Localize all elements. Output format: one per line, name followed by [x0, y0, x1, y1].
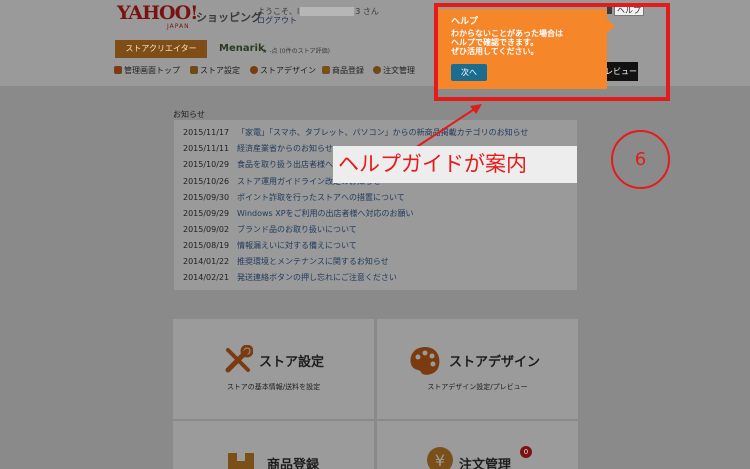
news-date: 2015/09/29	[183, 209, 230, 218]
store-creator-button[interactable]: ストアクリエイター	[115, 40, 207, 58]
welcome-suffix: さん	[362, 7, 379, 16]
news-link[interactable]: 情報漏えいに対する備えについて	[237, 238, 357, 253]
highlight-frame	[434, 3, 670, 101]
news-link[interactable]: 推奨環境とメンテナンスに関するお知らせ	[237, 254, 389, 269]
store-rating: ★ -点 (0件のストア評価)	[262, 46, 330, 55]
news-item[interactable]: 2015/09/02 ブランド品のお取り扱いについて	[174, 222, 577, 237]
news-date: 2015/11/17	[183, 128, 230, 137]
tile-title: ストアデザイン	[449, 355, 541, 370]
tile-title: 注文管理	[459, 458, 512, 469]
store-design-tile[interactable]: ストアデザイン ストアデザイン設定/プレビュー	[377, 319, 578, 419]
tools-icon	[225, 345, 253, 373]
home-icon	[114, 66, 122, 74]
news-date: 2014/01/22	[183, 257, 230, 266]
tile-subtitle: ストアデザイン設定/プレビュー	[427, 383, 528, 391]
box-icon	[228, 453, 254, 469]
news-link[interactable]: 「家電」「スマホ、タブレット、パソコン」からの新商品掲載カテゴリのお知らせ	[237, 125, 528, 140]
news-link[interactable]: ブランド品のお取り扱いについて	[237, 222, 357, 237]
news-date: 2015/09/30	[183, 193, 230, 202]
news-link[interactable]: Windows XPをご利用の出店者様へ対応のお願い	[237, 206, 414, 221]
welcome-trail: 3	[355, 7, 361, 16]
news-item[interactable]: 2015/08/19 情報漏えいに対する備えについて	[174, 238, 577, 253]
store-settings-tile[interactable]: ストア設定 ストアの基本情報/送料を設定	[173, 319, 374, 419]
news-title: お知らせ	[173, 110, 205, 119]
logo-main-text: YAHOO!	[117, 2, 198, 24]
tools-icon	[190, 66, 198, 74]
news-item[interactable]: 2015/11/17 「家電」「スマホ、タブレット、パソコン」からの新商品掲載カ…	[174, 125, 577, 140]
store-rating-text: -点 (0件のストア評価)	[269, 48, 330, 55]
news-date: 2015/10/29	[183, 160, 230, 169]
tile-title: 商品登録	[267, 458, 320, 469]
nav-item-label: ストア設定	[200, 66, 240, 75]
news-item[interactable]: 2015/09/30 ポイント詐取を行ったストアへの措置について	[174, 190, 577, 205]
nav-item-label: 注文管理	[383, 66, 415, 75]
news-item[interactable]: 2014/02/21 発送連絡ボタンの押し忘れにご注意ください	[174, 270, 577, 285]
news-date: 2015/08/19	[183, 241, 230, 250]
nav-item-label: 管理画面トップ	[124, 66, 180, 75]
nav-item-products[interactable]: 商品登録	[322, 65, 364, 76]
news-link[interactable]: 発送連絡ボタンの押し忘れにご注意ください	[237, 270, 397, 285]
rating-icon: ★	[262, 48, 268, 55]
step-number-badge: 6	[611, 130, 670, 189]
news-link[interactable]: 経済産業省からのお知らせ	[237, 141, 333, 156]
news-link[interactable]: ポイント詐取を行ったストアへの措置について	[237, 190, 405, 205]
nav-item-label: 商品登録	[332, 66, 364, 75]
palette-icon	[410, 347, 440, 375]
masked-username	[300, 7, 355, 16]
yen-icon	[373, 66, 381, 74]
products-tile[interactable]: 商品登録	[173, 421, 374, 469]
annotation-label: ヘルプガイドが案内	[333, 146, 577, 183]
shopping-label: ショッピング	[196, 11, 262, 24]
nav-item-label: ストアデザイン	[260, 66, 316, 75]
orders-tile[interactable]: ¥ 注文管理	[377, 421, 578, 469]
yen-icon: ¥	[427, 447, 453, 469]
news-item[interactable]: 2014/01/22 推奨環境とメンテナンスに関するお知らせ	[174, 254, 577, 269]
box-icon	[322, 66, 330, 74]
news-item[interactable]: 2015/09/29 Windows XPをご利用の出店者様へ対応のお願い	[174, 206, 577, 221]
logo-sub-text: JAPAN	[167, 23, 190, 30]
news-date: 2015/09/02	[183, 225, 230, 234]
news-date: 2014/02/21	[183, 273, 230, 282]
nav-item-top[interactable]: 管理画面トップ	[114, 65, 180, 76]
nav-item-store-settings[interactable]: ストア設定	[190, 65, 240, 76]
logout-link[interactable]: ログアウト	[257, 15, 297, 26]
tile-title: ストア設定	[259, 355, 325, 370]
palette-icon	[250, 66, 258, 74]
order-count-badge: 0	[520, 446, 532, 458]
news-date: 2015/10/26	[183, 177, 230, 186]
welcome-initial: l	[297, 7, 300, 16]
store-name[interactable]: Menarik	[219, 43, 265, 54]
tile-subtitle: ストアの基本情報/送料を設定	[226, 383, 321, 391]
news-date: 2015/11/11	[183, 144, 230, 153]
yahoo-japan-logo[interactable]: YAHOO! JAPAN	[117, 2, 198, 31]
nav-item-orders[interactable]: 注文管理	[373, 65, 415, 76]
nav-item-store-design[interactable]: ストアデザイン	[250, 65, 316, 76]
svg-text:¥: ¥	[435, 451, 445, 469]
